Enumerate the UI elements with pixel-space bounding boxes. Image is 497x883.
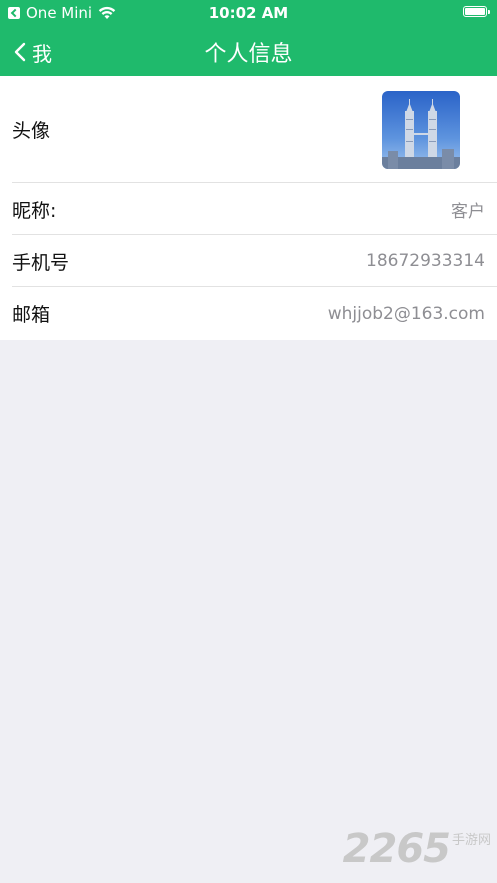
nickname-row[interactable]: 昵称: 客户 [0,183,497,235]
avatar[interactable] [382,90,460,169]
page-title: 个人信息 [204,42,293,67]
status-time: 10:02 AM [208,4,289,22]
email-row[interactable]: 邮箱 whjjob2@163.com [0,287,497,340]
email-label: 邮箱 [12,304,51,326]
nickname-label: 昵称: [12,199,57,222]
email-value: whjjob2@163.com [327,303,485,324]
watermark: 2265 手游网 [343,829,491,869]
phone-label: 手机号 [12,251,70,274]
header: One Mini 10:02 AM 我 个人信息 [0,0,497,76]
battery-icon [463,6,490,17]
nickname-value: 客户 [451,201,485,222]
status-bar: One Mini 10:02 AM [0,0,497,26]
watermark-number: 2265 [342,826,451,872]
nav-bar: 我 个人信息 [0,26,497,76]
avatar-label: 头像 [12,120,51,142]
watermark-text: 手游网 [451,833,491,848]
avatar-row[interactable]: 头像 [0,76,497,183]
phone-value: 18672933314 [366,251,485,271]
phone-row[interactable]: 手机号 18672933314 [0,235,497,287]
profile-list: 头像 昵称: 客户 手机号 18672933314 邮箱 whjjob2@163… [0,76,497,340]
